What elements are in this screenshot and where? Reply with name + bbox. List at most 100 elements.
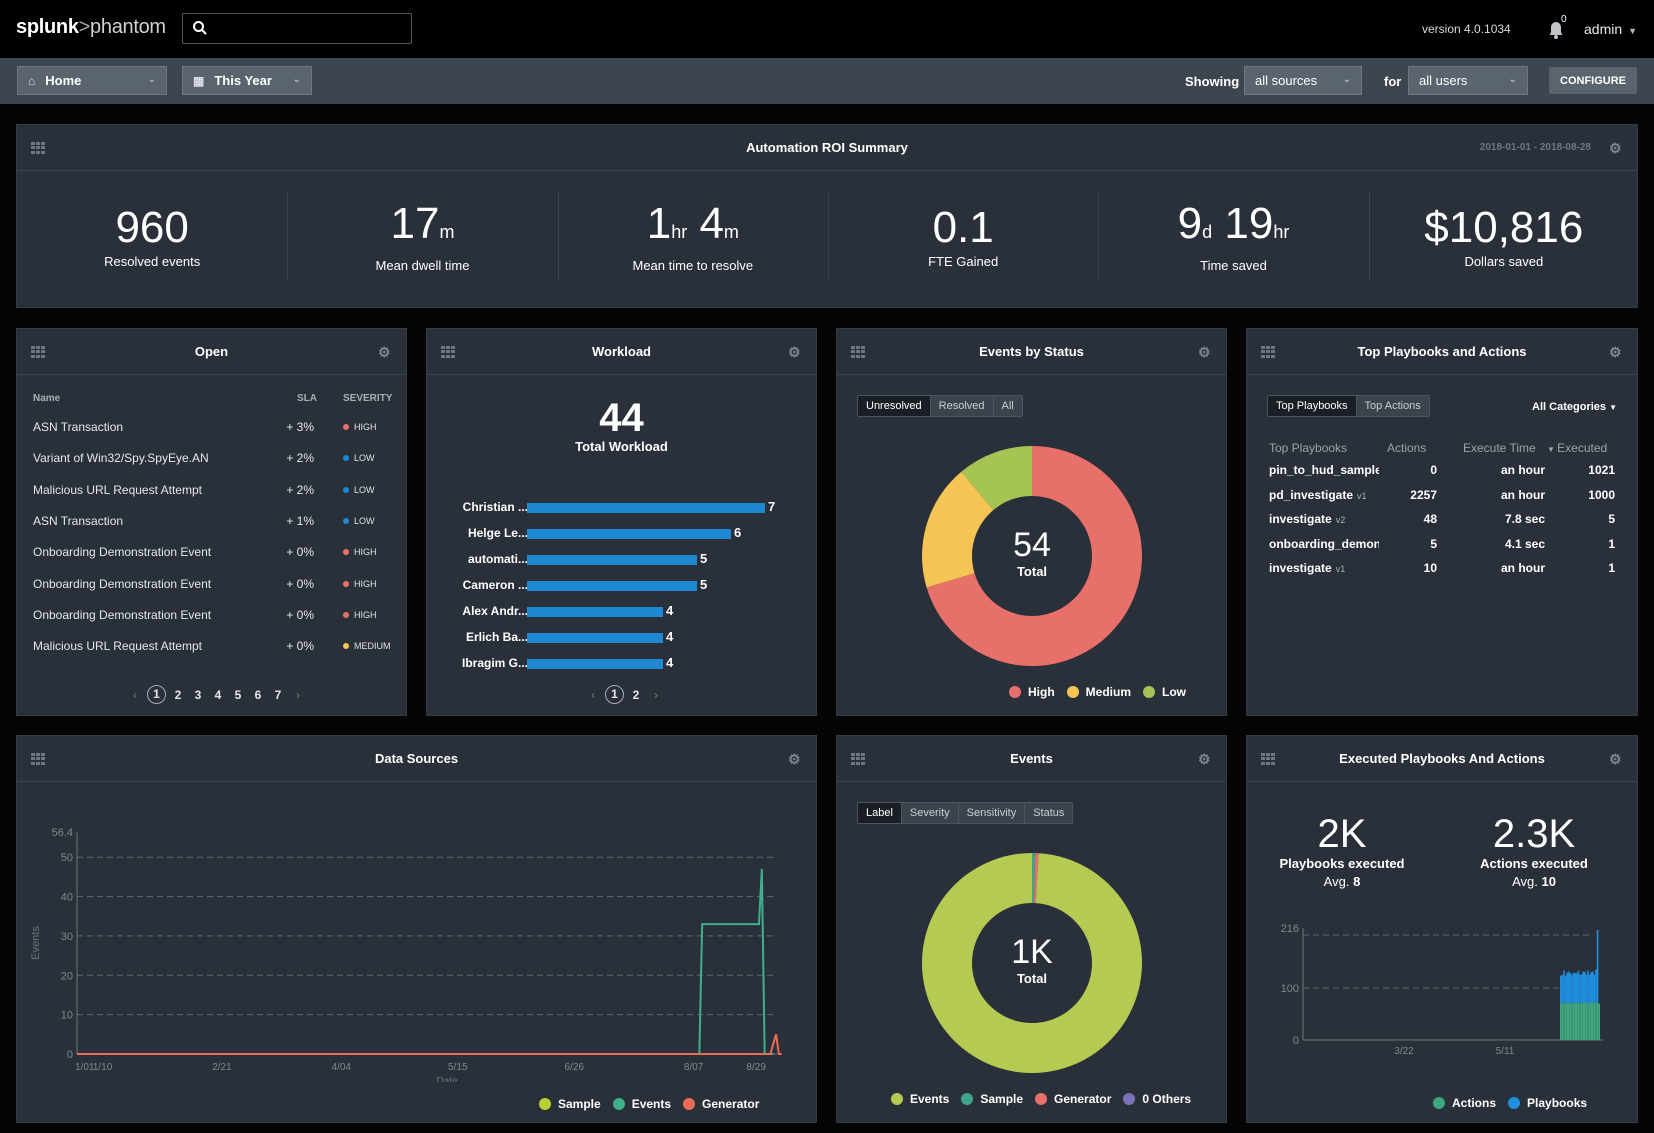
bar-playbooks[interactable] [1563,970,1565,1002]
legend-item[interactable]: Sample [539,1097,601,1111]
bar-actions[interactable] [1574,1001,1576,1040]
column-header-playbooks[interactable]: Top Playbooks [1269,441,1347,455]
bar-playbooks[interactable] [1587,970,1589,1003]
bar-playbooks[interactable] [1580,974,1583,1003]
tab-unresolved[interactable]: Unresolved [858,396,930,416]
table-row[interactable]: Onboarding Demonstration Event + 0% HIGH [17,568,406,601]
drag-handle-icon[interactable] [851,753,865,765]
event-name[interactable]: Onboarding Demonstration Event [33,608,211,622]
workload-bar[interactable] [527,581,697,591]
legend-item[interactable]: Generator [1035,1092,1111,1106]
legend-item[interactable]: Actions [1433,1096,1496,1110]
page-1[interactable]: 1 [605,685,624,704]
prev-page-icon[interactable]: ‹ [125,688,145,702]
bar-playbooks[interactable] [1566,972,1568,1003]
workload-bar[interactable] [527,607,663,617]
playbook-name[interactable]: pin_to_hud_sample [1269,463,1379,477]
column-header-execute-time[interactable]: Execute Time [1463,441,1536,455]
bar-playbooks[interactable] [1584,971,1586,1002]
bar-playbooks[interactable] [1595,969,1597,1002]
tab-all[interactable]: All [992,396,1022,416]
gear-icon[interactable]: ⚙ [378,345,392,359]
bar-actions[interactable] [1576,1003,1578,1040]
page-1[interactable]: 1 [147,685,166,704]
next-page-icon[interactable]: › [646,688,666,702]
drag-handle-icon[interactable] [31,753,45,765]
gear-icon[interactable]: ⚙ [1609,141,1623,155]
drag-handle-icon[interactable] [851,346,865,358]
playbook-name[interactable]: investigate v2 [1269,512,1379,526]
legend-item[interactable]: Events [891,1092,949,1106]
workload-bar[interactable] [527,529,731,539]
page-6[interactable]: 6 [248,688,268,702]
gear-icon[interactable]: ⚙ [1609,752,1623,766]
tab-top-playbooks[interactable]: Top Playbooks [1268,396,1356,416]
legend-item[interactable]: Events [612,1097,671,1111]
bar-playbooks[interactable] [1571,974,1573,1003]
tab-top-actions[interactable]: Top Actions [1355,396,1429,416]
bar-actions[interactable] [1593,1003,1596,1040]
users-dropdown[interactable]: all users ⌄ [1408,66,1528,95]
tab-resolved[interactable]: Resolved [929,396,993,416]
bar-playbooks[interactable] [1592,971,1594,1003]
user-menu[interactable]: admin ▼ [1584,21,1637,37]
playbook-name[interactable]: onboarding_demon [1269,537,1379,551]
bar-actions[interactable] [1572,1003,1575,1040]
bar-actions[interactable] [1582,1002,1584,1040]
bar-actions[interactable] [1592,1002,1594,1040]
tab-sensitivity[interactable]: Sensitivity [957,803,1025,823]
bar-playbooks[interactable] [1576,973,1578,1004]
table-row[interactable]: Malicious URL Request Attempt + 0% MEDIUM [17,630,406,663]
legend-item[interactable]: Sample [961,1092,1023,1106]
bar-actions[interactable] [1579,1003,1581,1040]
page-5[interactable]: 5 [228,688,248,702]
bar-actions[interactable] [1564,1003,1567,1040]
page-4[interactable]: 4 [208,688,228,702]
configure-button[interactable]: CONFIGURE [1549,67,1637,94]
page-2[interactable]: 2 [626,688,646,702]
home-dropdown[interactable]: ⌂ Home ⌄ [17,66,167,95]
event-name[interactable]: Malicious URL Request Attempt [33,483,202,497]
table-row[interactable]: ASN Transaction + 3% HIGH [17,411,406,444]
bar-actions[interactable] [1596,1002,1599,1040]
bar-playbooks[interactable] [1577,970,1580,1003]
gear-icon[interactable]: ⚙ [788,752,802,766]
bar-playbooks[interactable] [1564,975,1567,1004]
page-7[interactable]: 7 [268,688,288,702]
event-name[interactable]: Malicious URL Request Attempt [33,639,202,653]
workload-bar[interactable] [527,555,697,565]
drag-handle-icon[interactable] [441,346,455,358]
column-header-executed[interactable]: ▼ Executed [1547,441,1607,455]
series-line-generator[interactable] [77,1034,782,1055]
tab-severity[interactable]: Severity [900,803,958,823]
gear-icon[interactable]: ⚙ [1198,345,1212,359]
gear-icon[interactable]: ⚙ [788,345,802,359]
tab-label[interactable]: Label [858,803,901,823]
bar-actions[interactable] [1571,1002,1573,1040]
category-dropdown[interactable]: All Categories ▼ [1532,401,1617,413]
legend-item[interactable]: High [1009,685,1055,699]
tab-status[interactable]: Status [1024,803,1073,823]
legend-item[interactable]: Medium [1066,685,1131,699]
gear-icon[interactable]: ⚙ [1198,752,1212,766]
bar-playbooks[interactable] [1560,975,1562,1003]
column-header-severity[interactable]: SEVERITY [343,393,392,404]
workload-bar[interactable] [527,659,663,669]
playbook-name[interactable]: pd_investigate v1 [1269,488,1379,502]
gear-icon[interactable]: ⚙ [1609,345,1623,359]
column-header-sla[interactable]: SLA [297,393,317,404]
legend-item[interactable]: Playbooks [1508,1096,1587,1110]
legend-item[interactable]: Generator [683,1097,759,1111]
bar-playbooks[interactable] [1579,974,1581,1004]
bar-actions[interactable] [1577,1002,1580,1040]
legend-item[interactable]: 0 Others [1123,1092,1191,1106]
event-name[interactable]: Onboarding Demonstration Event [33,545,211,559]
workload-bar[interactable] [527,633,663,643]
bar-actions[interactable] [1598,1003,1600,1040]
bar-actions[interactable] [1566,1002,1568,1040]
bar-actions[interactable] [1588,1003,1591,1040]
bar-playbooks[interactable] [1593,974,1596,1004]
bar-actions[interactable] [1580,1002,1583,1040]
bar-playbooks[interactable] [1585,974,1588,1004]
bar-actions[interactable] [1587,1002,1589,1040]
